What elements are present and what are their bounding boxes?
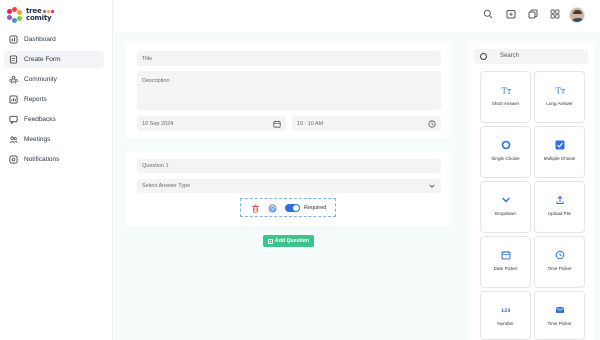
clock-icon[interactable] xyxy=(428,119,436,128)
palette-item-multiple-choice[interactable]: Multiple Choise xyxy=(534,126,585,178)
palette-item-label: Upload File xyxy=(547,211,572,216)
palette-item-date-picker[interactable]: Date Picker xyxy=(480,236,531,288)
add-question-label: Add Question xyxy=(274,238,309,244)
palette-item-short-answer[interactable]: Tт Short Answer xyxy=(480,71,531,123)
sidebar-item-label: Meetings xyxy=(24,136,51,143)
question-label: Question 1 xyxy=(142,163,169,169)
palette-item-single-choice[interactable]: Single Choise xyxy=(480,126,531,178)
palette-item-number[interactable]: 123 Number xyxy=(480,291,531,340)
dashboard-icon xyxy=(9,35,18,44)
palette-item-label: Multiple Choise xyxy=(543,156,576,161)
meetings-icon xyxy=(9,136,18,144)
sidebar-item-community[interactable]: Community xyxy=(4,71,104,88)
checkbox-icon xyxy=(555,140,565,150)
required-toggle[interactable] xyxy=(285,204,300,212)
palette-search-placeholder: Search xyxy=(500,53,520,59)
question-toolbar: Required xyxy=(240,198,336,217)
text-icon: Tт xyxy=(501,85,511,96)
chevron-down-icon xyxy=(429,184,435,188)
date-value: 10 Sep 2024 xyxy=(142,120,174,127)
sidebar-item-feedbacks[interactable]: Feedbacks xyxy=(4,111,104,128)
search-icon xyxy=(480,53,487,60)
date-field[interactable]: 10 Sep 2024 xyxy=(137,116,286,131)
reports-icon xyxy=(9,95,18,104)
sidebar: tree comity Dashboard Create Form Commun… xyxy=(0,0,113,340)
title-input[interactable]: Title xyxy=(137,51,441,66)
palette-item-label: Number xyxy=(497,321,514,326)
duplicate-icon[interactable] xyxy=(268,204,277,213)
sidebar-item-label: Community xyxy=(24,76,57,83)
question-input[interactable]: Question 1 xyxy=(137,159,441,173)
form-icon xyxy=(9,55,18,64)
sidebar-item-label: Feedbacks xyxy=(24,116,56,123)
avatar[interactable] xyxy=(569,7,585,23)
calendar-icon[interactable] xyxy=(273,120,281,128)
sidebar-item-label: Create Form xyxy=(24,56,61,63)
radio-icon xyxy=(501,140,511,150)
add-doc-icon[interactable] xyxy=(506,9,516,19)
palette-item-time-picker-2[interactable]: Time Picker xyxy=(534,291,585,340)
svg-text:123: 123 xyxy=(501,308,510,314)
delete-icon[interactable] xyxy=(251,204,260,213)
required-label: Required xyxy=(304,205,327,211)
time-value: 10 : 10 AM xyxy=(297,120,324,127)
answer-type-placeholder: Select Answer Type xyxy=(142,183,191,189)
palette-item-label: Short Answer xyxy=(491,101,520,106)
text-icon: Tт xyxy=(555,85,565,96)
sidebar-item-label: Reports xyxy=(24,96,47,103)
feedback-icon xyxy=(9,115,18,124)
palette-item-label: Date Picker xyxy=(493,266,518,271)
brand-line2: comity xyxy=(26,14,52,22)
svg-text:Tт: Tт xyxy=(501,87,511,96)
answer-type-select[interactable]: Select Answer Type xyxy=(137,179,441,193)
title-placeholder: Title xyxy=(142,55,153,62)
chevron-down-icon xyxy=(501,195,511,205)
palette-item-label: Time Picker xyxy=(547,321,572,326)
sidebar-item-notifications[interactable]: Notifications xyxy=(4,151,104,168)
palette-item-label: Single Choise xyxy=(491,156,520,161)
palette-search-input[interactable]: Search xyxy=(474,49,588,64)
time-field[interactable]: 10 : 10 AM xyxy=(292,116,441,131)
plus-icon: + xyxy=(267,238,273,244)
mail-icon xyxy=(555,305,565,315)
svg-text:Tт: Tт xyxy=(555,87,565,96)
search-icon[interactable] xyxy=(483,9,493,19)
copy-icon[interactable] xyxy=(528,9,538,19)
number-icon: 123 xyxy=(501,305,511,315)
sidebar-item-label: Dashboard xyxy=(24,36,56,43)
description-placeholder: Description xyxy=(142,78,170,84)
sidebar-nav: Dashboard Create Form Community Reports … xyxy=(4,31,104,171)
logo-icon xyxy=(7,7,23,23)
brand-logo[interactable]: tree comity xyxy=(7,7,55,23)
add-question-button[interactable]: + Add Question xyxy=(263,235,314,247)
palette-item-long-answer[interactable]: Tт Long Answer xyxy=(534,71,585,123)
sidebar-item-reports[interactable]: Reports xyxy=(4,91,104,108)
sidebar-item-meetings[interactable]: Meetings xyxy=(4,131,104,148)
upload-icon xyxy=(555,195,565,205)
palette-item-upload-file[interactable]: Upload File xyxy=(534,181,585,233)
sidebar-item-create-form[interactable]: Create Form xyxy=(4,51,104,68)
palette-item-label: Long Answer xyxy=(546,101,573,106)
sidebar-item-dashboard[interactable]: Dashboard xyxy=(4,31,104,48)
sidebar-item-label: Notifications xyxy=(24,156,60,163)
clock-icon xyxy=(555,250,565,260)
palette-item-time-picker[interactable]: Time Picker xyxy=(534,236,585,288)
description-input[interactable]: Description xyxy=(137,71,441,110)
notifications-icon xyxy=(9,155,18,164)
apps-grid-icon[interactable] xyxy=(550,9,560,19)
palette-item-label: Dropdown xyxy=(495,211,516,216)
palette-item-dropdown[interactable]: Dropdown xyxy=(480,181,531,233)
palette-item-label: Time Picker xyxy=(547,266,572,271)
community-icon xyxy=(9,75,18,84)
calendar-icon xyxy=(501,250,511,260)
